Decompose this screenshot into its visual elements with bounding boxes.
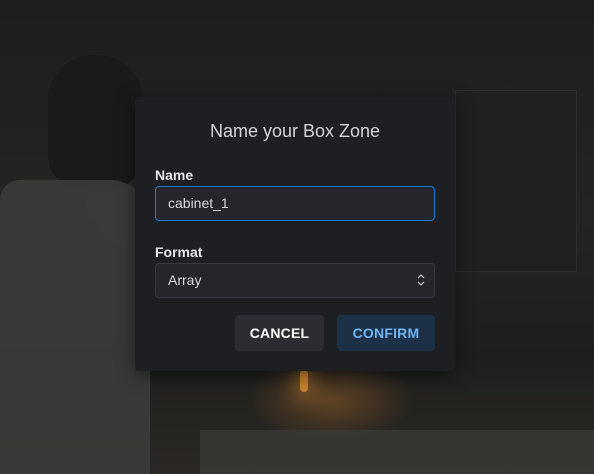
name-label: Name (155, 167, 194, 183)
background-counter (200, 430, 594, 474)
name-input-value: cabinet_1 (168, 195, 229, 211)
confirm-button[interactable]: CONFIRM (337, 315, 435, 351)
name-input[interactable]: cabinet_1 (155, 186, 435, 221)
background-cabinet (455, 90, 577, 272)
background-character-body (0, 180, 150, 474)
select-chevrons-icon (417, 274, 425, 286)
background-candle-light (300, 370, 308, 392)
background-character-head (48, 55, 143, 190)
name-box-zone-dialog: Name your Box Zone Name cabinet_1 Format… (135, 97, 455, 371)
dialog-title: Name your Box Zone (209, 121, 381, 141)
format-select[interactable]: Array (155, 263, 435, 298)
format-select-value: Array (168, 272, 202, 288)
format-label: Format (155, 244, 203, 260)
cancel-button[interactable]: CANCEL (235, 315, 324, 351)
